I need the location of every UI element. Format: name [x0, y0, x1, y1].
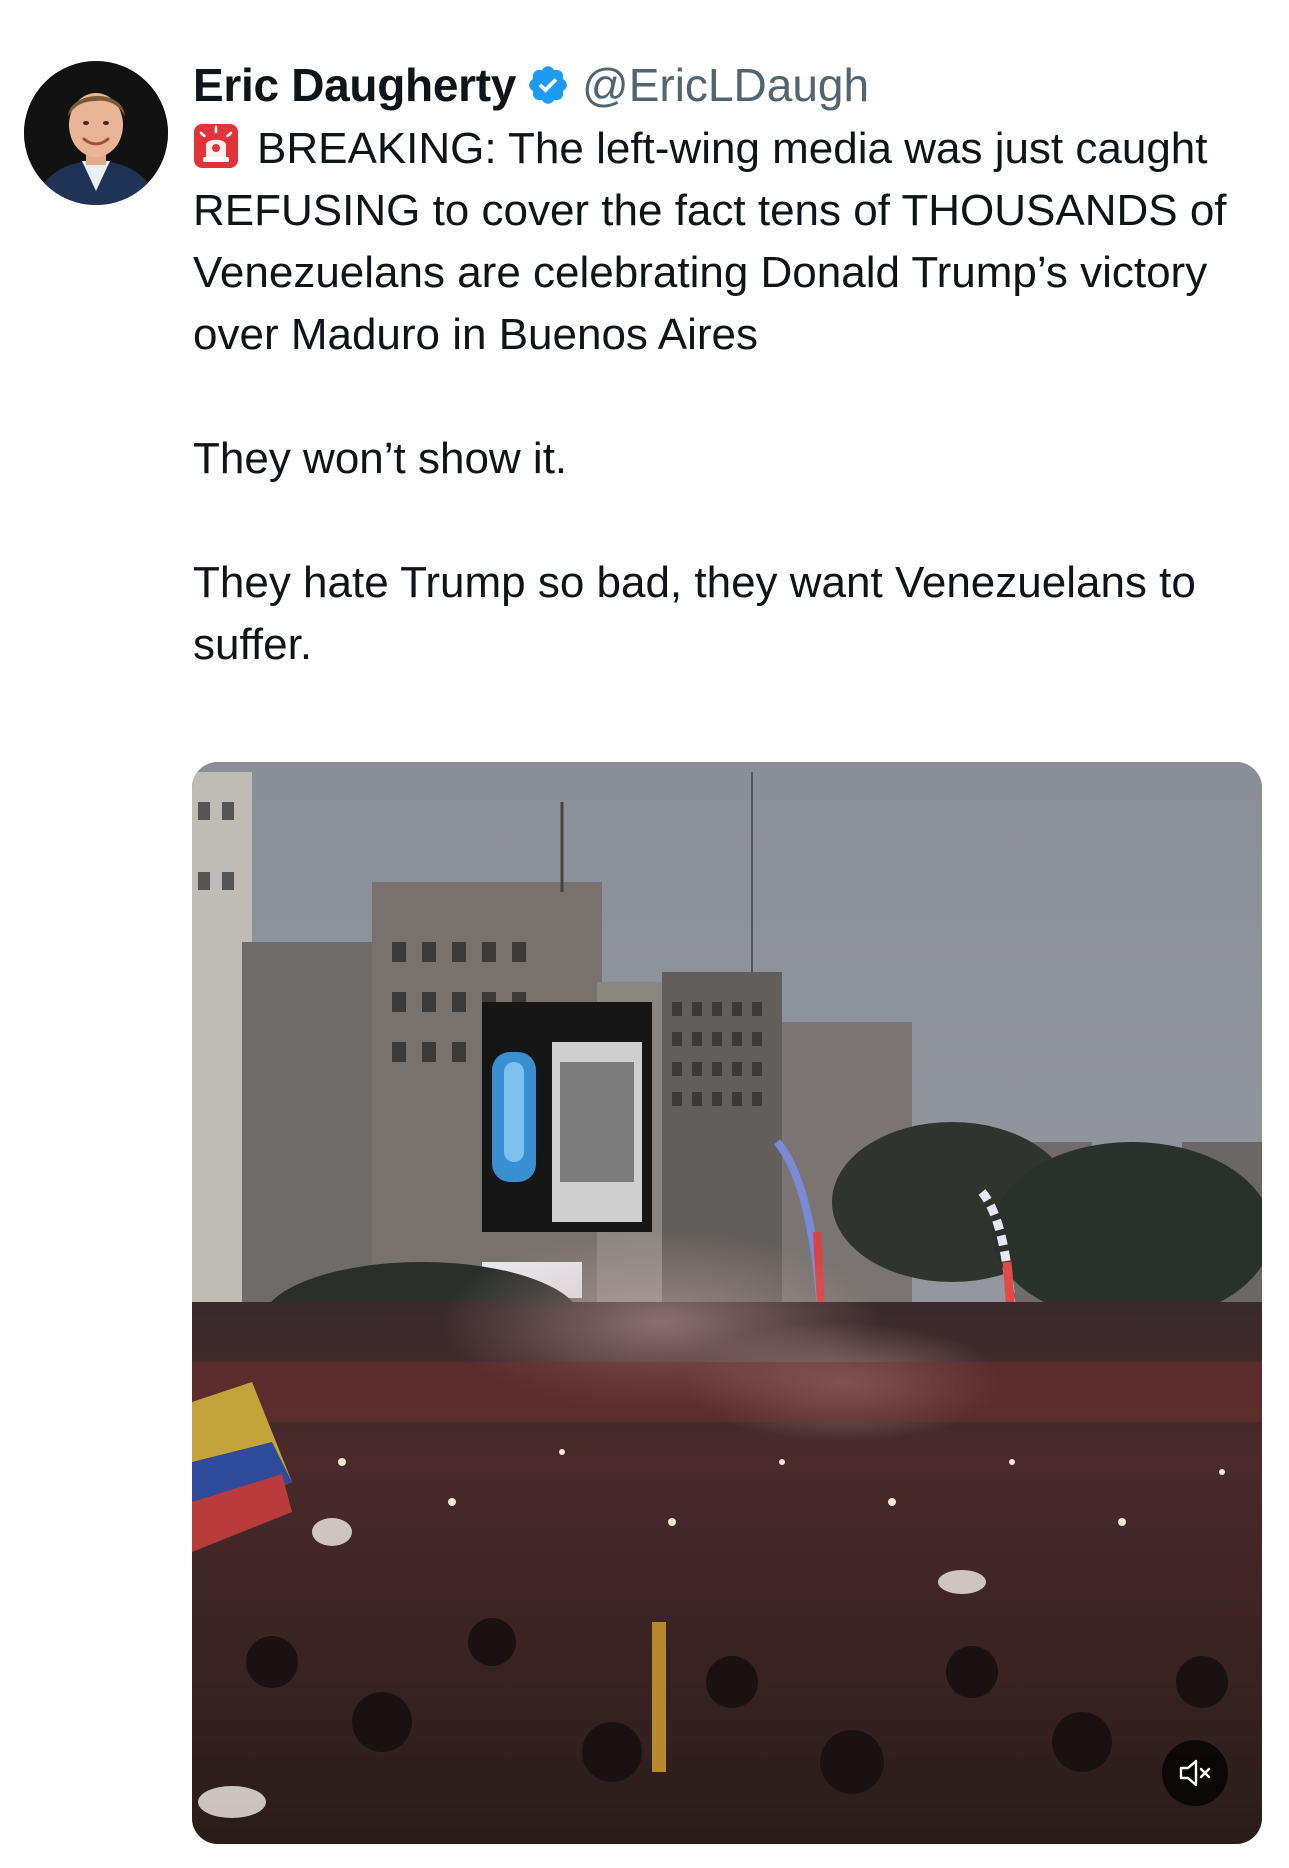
tweet-header: Eric Daugherty @EricLDaugh — [193, 50, 869, 120]
crowd-video-thumbnail-icon — [192, 762, 1262, 1844]
tweet-paragraph-1: BREAKING: The left-wing media was just c… — [193, 118, 1253, 366]
tweet-paragraph-2: They won’t show it. — [193, 434, 568, 483]
siren-icon — [193, 123, 239, 169]
tweet-video[interactable] — [192, 762, 1262, 1844]
tweet-paragraph-3: They hate Trump so bad, they want Venezu… — [193, 558, 1196, 669]
mute-button[interactable] — [1162, 1740, 1228, 1806]
speaker-muted-icon — [1178, 1758, 1212, 1788]
author-avatar[interactable] — [24, 61, 168, 205]
author-handle[interactable]: @EricLDaugh — [582, 58, 869, 112]
tweet-card[interactable]: Eric Daugherty @EricLDaugh BREAKING: The… — [0, 0, 1289, 1868]
profile-photo-icon — [24, 61, 168, 205]
author-display-name[interactable]: Eric Daugherty — [193, 58, 516, 112]
tweet-text: BREAKING: The left-wing media was just c… — [193, 118, 1253, 676]
tweet-line-1: BREAKING: The left-wing media was just c… — [193, 124, 1227, 359]
verified-badge-icon — [526, 63, 570, 107]
